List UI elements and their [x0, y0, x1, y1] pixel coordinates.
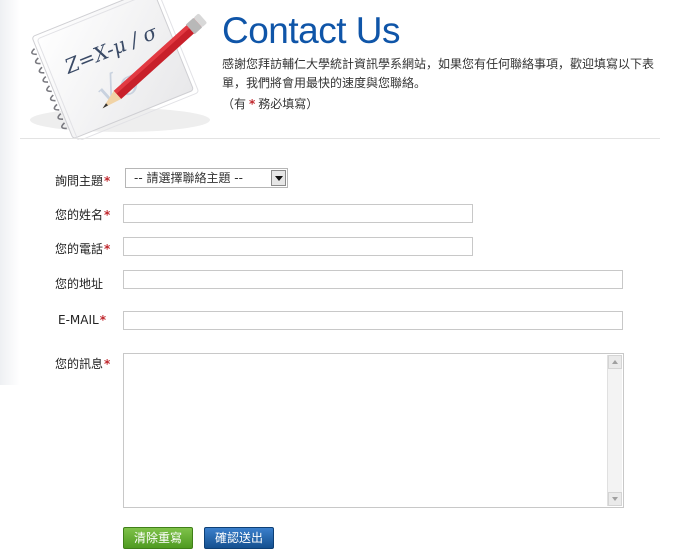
required-note-suffix: 務必填寫） — [258, 97, 319, 111]
email-input[interactable] — [123, 311, 623, 330]
scroll-up-icon[interactable] — [608, 355, 622, 369]
name-input[interactable] — [123, 204, 473, 223]
message-label: 您的訊息* — [55, 357, 111, 371]
scroll-down-icon[interactable] — [608, 492, 622, 506]
message-textarea[interactable] — [123, 353, 624, 508]
submit-button[interactable]: 確認送出 — [204, 527, 274, 549]
notebook-pencil-illustration: Z=X-μ / σ √σ — [30, 0, 210, 140]
required-note-prefix: （有 — [222, 97, 247, 111]
subject-selected-value: -- 請選擇聯絡主題 -- — [134, 171, 243, 185]
name-label: 您的姓名* — [55, 208, 111, 222]
subject-select[interactable]: -- 請選擇聯絡主題 -- — [125, 168, 288, 188]
email-label: E-MAIL* — [58, 313, 106, 327]
required-note: （有 * 務必填寫） — [222, 95, 318, 112]
page-title: Contact Us — [222, 10, 401, 51]
message-scrollbar[interactable] — [607, 355, 622, 506]
header-divider — [20, 138, 660, 139]
reset-button[interactable]: 清除重寫 — [123, 527, 193, 549]
address-label: 您的地址 — [55, 277, 104, 291]
chevron-down-icon[interactable] — [271, 170, 286, 186]
address-input[interactable] — [123, 270, 623, 289]
required-star-icon: * — [249, 97, 256, 111]
phone-label: 您的電話* — [55, 242, 111, 256]
intro-text: 感謝您拜訪輔仁大學統計資訊學系網站，如果您有任何聯絡事項，歡迎填寫以下表單，我們… — [222, 57, 655, 90]
phone-input[interactable] — [123, 237, 473, 256]
subject-label: 詢問主題* — [55, 174, 111, 188]
